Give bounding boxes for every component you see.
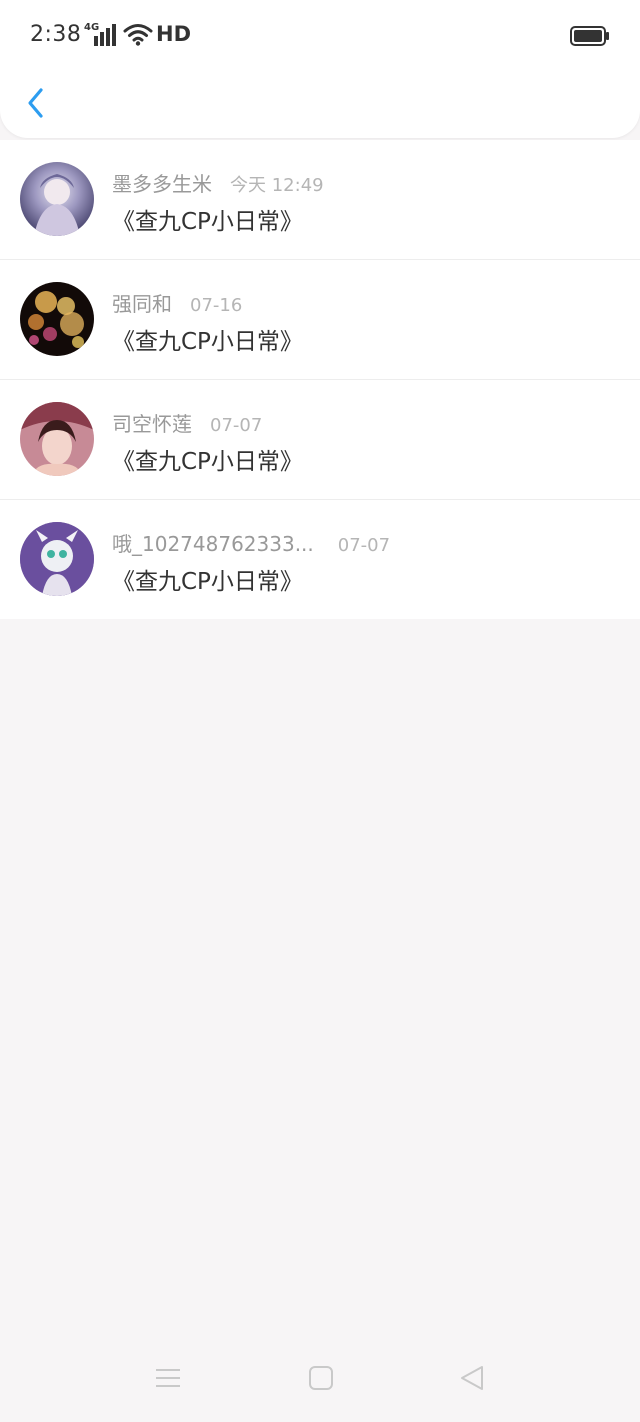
username[interactable]: 哦_102748762333... (112, 528, 314, 557)
home-icon[interactable] (307, 1364, 335, 1392)
username[interactable]: 强同和 (112, 288, 172, 317)
username[interactable]: 墨多多生米 (112, 168, 212, 197)
work-title[interactable]: 《查九CP小日常》 (112, 562, 303, 596)
back-button[interactable] (22, 86, 50, 120)
comment-meta: 哦_102748762333... 07-07 (112, 528, 391, 557)
comment-meta: 司空怀莲 07-07 (112, 408, 263, 437)
list-item[interactable]: 墨多多生米 今天 12:49 《查九CP小日常》 (0, 140, 640, 259)
work-title[interactable]: 《查九CP小日常》 (112, 322, 303, 356)
back-triangle-icon[interactable] (458, 1364, 486, 1392)
comment-date: 今天 12:49 (230, 175, 324, 196)
comment-list: 墨多多生米 今天 12:49 《查九CP小日常》 强同和 07-16 《查九CP… (0, 140, 640, 619)
menu-icon[interactable] (154, 1364, 182, 1392)
status-bar: 2:38 4G HD (0, 0, 640, 72)
avatar[interactable] (20, 402, 94, 476)
list-item[interactable]: 强同和 07-16 《查九CP小日常》 (0, 259, 640, 379)
work-title[interactable]: 《查九CP小日常》 (112, 202, 303, 236)
comment-meta: 墨多多生米 今天 12:49 (112, 168, 324, 197)
comment-date: 07-07 (210, 415, 263, 436)
avatar[interactable] (20, 282, 94, 356)
list-item[interactable]: 司空怀莲 07-07 《查九CP小日常》 (0, 379, 640, 499)
chevron-left-icon (28, 88, 43, 118)
avatar[interactable] (20, 162, 94, 236)
username[interactable]: 司空怀莲 (112, 408, 192, 437)
system-nav-bar (0, 1340, 640, 1422)
work-title[interactable]: 《查九CP小日常》 (112, 442, 303, 476)
avatar[interactable] (20, 522, 94, 596)
app-header: 2:38 4G HD (0, 0, 640, 138)
status-time: 2:38 (30, 22, 82, 47)
hd-indicator: HD (156, 22, 192, 46)
cellular-signal-icon: 4G (84, 22, 118, 48)
wifi-icon (123, 24, 153, 46)
battery-icon (570, 26, 609, 46)
comment-date: 07-16 (190, 295, 243, 316)
comment-meta: 强同和 07-16 (112, 288, 243, 317)
comment-date: 07-07 (337, 535, 391, 556)
list-item[interactable]: 哦_102748762333... 07-07 《查九CP小日常》 (0, 499, 640, 619)
